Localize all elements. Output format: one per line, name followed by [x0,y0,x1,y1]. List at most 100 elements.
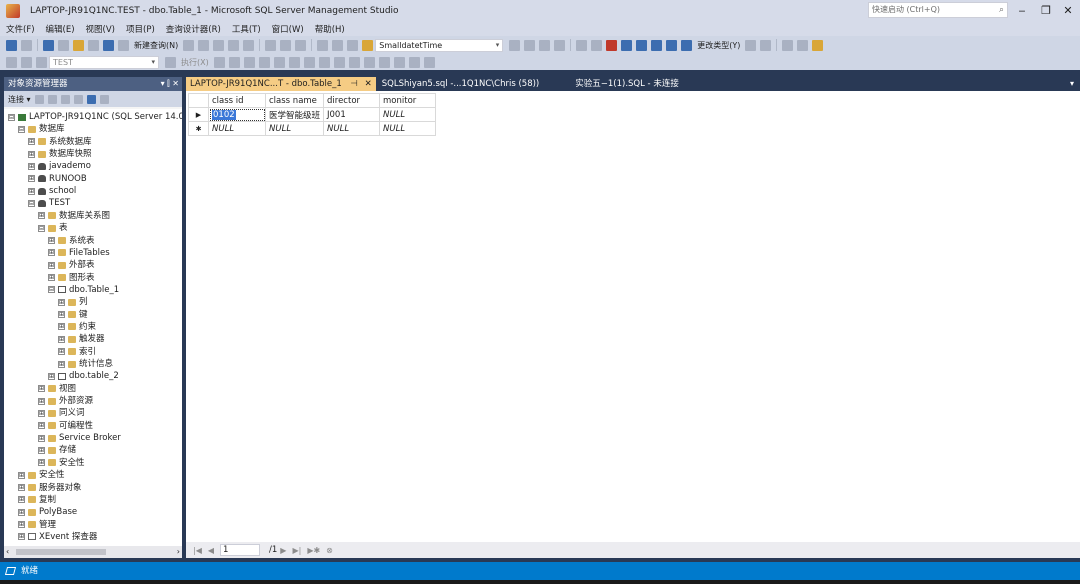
paste-icon[interactable] [295,39,307,51]
expand-icon[interactable]: ⊞ [28,138,35,146]
data-type-combo[interactable]: SmalldatetTime ▾ [375,38,504,52]
tree-node[interactable]: ⊞ 视图 [38,383,76,395]
tree-node[interactable]: ⊞ PolyBase [18,506,77,518]
new-file-icon[interactable] [58,39,69,51]
expand-icon[interactable]: ⊞ [58,323,65,331]
expand-icon[interactable]: ⊞ [48,372,55,380]
tree-node[interactable]: ⊟ 数据库 [18,123,65,135]
stop-icon[interactable] [213,56,225,68]
results-grid-icon[interactable] [333,56,345,68]
current-record-input[interactable]: 1 [220,544,261,556]
menu-view[interactable]: 视图(V) [86,23,115,35]
expand-icon[interactable]: ⊞ [28,187,35,195]
tree-node[interactable]: ⊞ Service Broker [38,432,121,444]
new-record-icon[interactable]: ▶✱ [307,546,320,555]
tree-node[interactable]: ⊟ LAPTOP-JR91Q1NC (SQL Server 14.0. [8,111,182,123]
ime-keyboard-icon[interactable] [651,39,663,51]
connect-icon[interactable] [6,56,17,68]
tree-node[interactable]: ⊞ FileTables [48,247,110,259]
tree-node[interactable]: ⊞ 系统数据库 [28,136,92,148]
collapse-icon[interactable]: ⊟ [28,199,35,207]
tree-node[interactable]: ⊞ 数据库快照 [28,148,92,160]
tree-node[interactable]: ⊞ 数据库关系图 [38,210,110,222]
expand-icon[interactable]: ⊞ [38,446,45,454]
execute-icon[interactable] [165,56,176,68]
specify-values-icon[interactable] [423,56,435,68]
tree-node[interactable]: ⊞ 复制 [18,494,56,506]
grid-cell[interactable]: 医学智能级班 [264,107,325,122]
expand-icon[interactable]: ⊞ [18,521,25,529]
tree-node[interactable]: ⊞ javademo [28,160,91,172]
expand-icon[interactable]: ⊞ [58,298,65,306]
results-pane-icon[interactable] [782,39,794,51]
expand-icon[interactable]: ⊞ [48,237,55,244]
expand-icon[interactable]: ⊞ [28,162,35,170]
query-dmx-icon[interactable] [228,39,240,51]
new-row-marker[interactable]: ✱ [188,121,209,136]
tab-overflow-icon[interactable]: ▾ [1070,77,1074,91]
tree-node[interactable]: ⊞ dbo.table_2 [48,370,119,382]
execute-button[interactable]: 执行(X) [181,57,209,68]
close-icon[interactable]: ✕ [365,79,372,89]
last-record-icon[interactable]: ▶| [292,546,301,555]
save-all-icon[interactable] [103,39,114,51]
tab-experiment5[interactable]: 实验五−1(1).SQL - 未连接 [571,77,683,91]
add-group-by-icon[interactable] [745,39,757,51]
expand-icon[interactable]: ⊞ [38,397,45,405]
connect-dropdown[interactable]: 连接 ▾ [8,94,31,105]
redo-icon[interactable] [332,39,344,51]
connect-object-explorer-icon[interactable] [34,94,44,104]
find-icon[interactable] [347,39,359,51]
comment-icon[interactable] [363,56,375,68]
menu-project[interactable]: 项目(P) [126,23,155,35]
sql-pane-icon[interactable] [797,39,809,51]
tree-node[interactable]: ⊞ 管理 [18,519,56,531]
column-header[interactable]: class id [208,93,266,108]
tree-node[interactable]: ⊞ RUNOOB [28,173,87,185]
copy-icon[interactable] [280,39,292,51]
increase-indent-icon[interactable] [408,56,420,68]
ime-punct-icon[interactable] [636,39,648,51]
filter-icon[interactable] [73,94,83,104]
activity-monitor-icon[interactable] [99,94,109,104]
change-type-button[interactable]: 更改类型(Y) [697,40,740,51]
refresh-icon[interactable] [86,94,96,104]
tree-node[interactable]: ⊞ school [28,185,76,197]
horizontal-scrollbar[interactable]: ‹ › [4,546,182,558]
query-db-icon[interactable] [183,39,195,51]
menu-query-designer[interactable]: 查询设计器(R) [166,23,221,35]
disconnect-icon[interactable] [47,94,57,104]
grid-cell[interactable]: NULL [379,121,437,136]
scroll-left-icon[interactable]: ‹ [6,546,9,558]
grid-cell[interactable]: NULL [323,121,381,136]
new-query-button[interactable]: 新建查询(N) [134,40,178,51]
scrollbar-thumb[interactable] [16,549,106,555]
tree-node[interactable]: ⊞ 系统表 [48,235,95,247]
results-file-icon[interactable] [348,56,360,68]
ime-mode-icon[interactable] [621,39,633,51]
grid-pane-icon[interactable] [591,39,603,51]
menu-file[interactable]: 文件(F) [6,23,35,35]
wrench-icon[interactable] [524,39,536,51]
expand-icon[interactable]: ⊞ [58,335,65,343]
stop-icon[interactable]: ⊗ [326,546,333,555]
expand-icon[interactable]: ⊞ [58,311,65,319]
menu-tools[interactable]: 工具(T) [232,23,261,35]
column-header[interactable]: director [323,93,381,108]
expand-icon[interactable]: ⊞ [38,212,45,220]
parse-icon[interactable] [228,56,240,68]
disconnect-icon[interactable] [21,56,32,68]
tree-node[interactable]: ⊞ 可编程性 [38,420,93,432]
first-record-icon[interactable]: |◀ [193,546,202,555]
table-row[interactable]: ▶ 0102 医学智能级班 J001 NULL [188,107,437,122]
intellisense-icon[interactable] [273,56,285,68]
new-project-icon[interactable] [43,39,54,51]
expand-icon[interactable]: ⊞ [58,348,65,356]
minimize-button[interactable]: ‒ [1010,0,1034,22]
expand-icon[interactable]: ⊞ [38,385,45,393]
tree-node[interactable]: ⊞ 外部资源 [38,395,93,407]
maximize-button[interactable]: ❐ [1034,0,1058,22]
verify-sql-icon[interactable] [812,39,824,51]
grid-cell[interactable]: 0102 [208,107,266,122]
tree-node[interactable]: ⊞ 服务器对象 [18,482,82,494]
